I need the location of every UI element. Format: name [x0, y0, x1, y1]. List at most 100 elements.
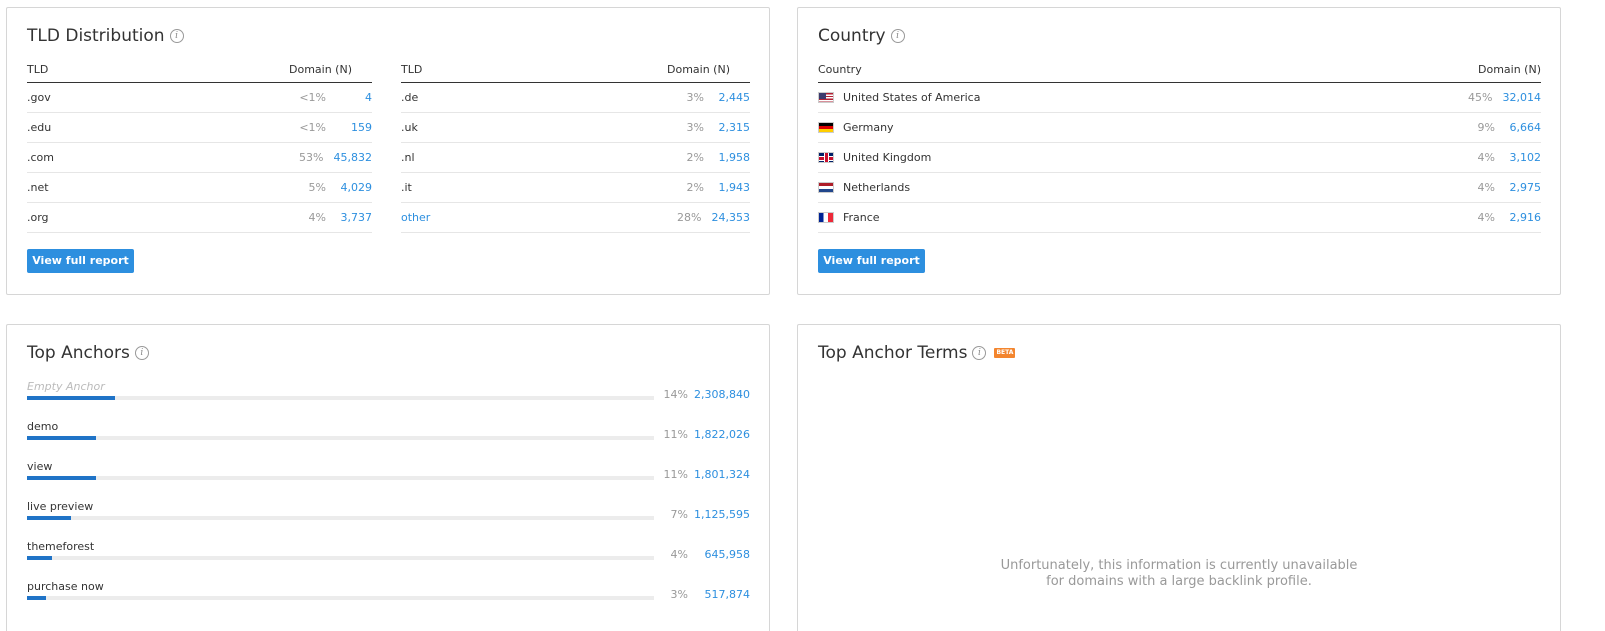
country-column-header: Country: [818, 63, 862, 76]
country-percent: 4%: [1477, 181, 1495, 194]
uk-flag-icon: [818, 152, 834, 163]
country-domain-count-link[interactable]: 2,975: [1505, 181, 1542, 194]
table-row: Germany 9% 6,664: [818, 113, 1541, 143]
country-percent: 45%: [1468, 91, 1493, 104]
anchor-bar-fill: [27, 396, 115, 400]
tld-domain-count-link[interactable]: 45,832: [334, 151, 373, 164]
tld-column-header: TLD: [27, 63, 49, 76]
anchor-count-link[interactable]: 1,125,595: [694, 508, 750, 521]
tld-domain-count-link[interactable]: 159: [336, 121, 372, 134]
tld-name: .nl: [401, 151, 415, 164]
de-flag-icon: [818, 122, 834, 133]
anchor-count-link[interactable]: 1,801,324: [694, 468, 750, 481]
tld-domain-count-link[interactable]: 4: [336, 91, 372, 104]
tld-percent: 5%: [308, 181, 326, 194]
tld-domain-count-link[interactable]: 4,029: [336, 181, 373, 194]
anchor-bar-track: [27, 396, 654, 400]
table-row: .de 3% 2,445: [401, 83, 750, 113]
info-icon[interactable]: i: [890, 29, 905, 43]
unavailable-message: Unfortunately, this information is curre…: [798, 558, 1560, 590]
tld-column-header: TLD: [401, 63, 423, 76]
country-domain-count-link[interactable]: 32,014: [1503, 91, 1542, 104]
country-name: United States of America: [843, 91, 981, 104]
anchor-percent: 3%: [670, 588, 688, 601]
tld-domain-count-link[interactable]: 2,445: [714, 91, 751, 104]
anchor-percent: 11%: [663, 428, 688, 441]
table-row: .net 5% 4,029: [27, 173, 372, 203]
anchor-item: demo 11% 1,822,026: [27, 420, 750, 460]
tld-name: .uk: [401, 121, 418, 134]
anchor-label: demo: [27, 420, 59, 433]
tld-percent: 3%: [686, 121, 704, 134]
tld-domain-count-link[interactable]: 2,315: [714, 121, 751, 134]
table-row: .uk 3% 2,315: [401, 113, 750, 143]
beta-badge: BETA: [994, 348, 1016, 358]
nl-flag-icon: [818, 182, 834, 193]
tld-table-right: TLD Domain (N) .de 3% 2,445 .uk 3% 2,315 .…: [401, 62, 750, 233]
country-domain-count-link[interactable]: 6,664: [1505, 121, 1542, 134]
tld-other-link[interactable]: other: [401, 211, 430, 224]
anchor-bar-fill: [27, 436, 96, 440]
tld-percent: 28%: [677, 211, 702, 224]
tld-domain-count-link[interactable]: 1,943: [714, 181, 751, 194]
country-domain-count-link[interactable]: 2,916: [1505, 211, 1542, 224]
anchor-count-link[interactable]: 645,958: [705, 548, 751, 561]
tld-name: .com: [27, 151, 54, 164]
fr-flag-icon: [818, 212, 834, 223]
domain-column-header: Domain (N): [1478, 63, 1541, 76]
anchor-label: Empty Anchor: [27, 380, 105, 393]
table-row: Netherlands 4% 2,975: [818, 173, 1541, 203]
domain-column-header: Domain (N): [667, 63, 730, 76]
anchor-label: view: [27, 460, 53, 473]
anchor-count-link[interactable]: 1,822,026: [694, 428, 750, 441]
anchor-bar-track: [27, 596, 654, 600]
anchor-percent: 4%: [670, 548, 688, 561]
table-row: .it 2% 1,943: [401, 173, 750, 203]
tld-domain-count-link[interactable]: 24,353: [712, 211, 751, 224]
country-percent: 4%: [1477, 211, 1495, 224]
top-anchor-terms-card: Top Anchor Terms i BETA Unfortunately, t…: [797, 324, 1561, 631]
country-name: France: [843, 211, 880, 224]
top-anchors-title: Top Anchors i: [27, 343, 149, 363]
top-anchor-terms-title-text: Top Anchor Terms: [818, 343, 968, 363]
anchor-bar-track: [27, 476, 654, 480]
country-title-text: Country: [818, 26, 886, 46]
tld-name: .gov: [27, 91, 51, 104]
country-name: United Kingdom: [843, 151, 932, 164]
info-icon[interactable]: i: [972, 346, 987, 360]
tld-title-text: TLD Distribution: [27, 26, 165, 46]
country-view-full-report-button[interactable]: View full report: [818, 249, 925, 273]
tld-percent: 3%: [686, 91, 704, 104]
table-row: .com 53% 45,832: [27, 143, 372, 173]
anchor-label: live preview: [27, 500, 94, 513]
tld-distribution-card: TLD Distribution i TLD Domain (N) .gov <…: [6, 7, 770, 295]
info-icon[interactable]: i: [169, 29, 184, 43]
info-icon[interactable]: i: [134, 346, 149, 360]
table-row: United Kingdom 4% 3,102: [818, 143, 1541, 173]
anchor-percent: 14%: [663, 388, 688, 401]
anchor-item: purchase now 3% 517,874: [27, 580, 750, 620]
tld-name: .net: [27, 181, 49, 194]
anchor-item: themeforest 4% 645,958: [27, 540, 750, 580]
tld-percent: 4%: [308, 211, 326, 224]
tld-domain-count-link[interactable]: 1,958: [714, 151, 751, 164]
anchor-count-link[interactable]: 517,874: [705, 588, 751, 601]
country-table: Country Domain (N) United States of Amer…: [818, 62, 1541, 233]
tld-table-header: TLD Domain (N): [401, 62, 750, 83]
anchor-count-link[interactable]: 2,308,840: [694, 388, 750, 401]
country-name: Netherlands: [843, 181, 911, 194]
country-domain-count-link[interactable]: 3,102: [1505, 151, 1542, 164]
tld-percent: <1%: [299, 121, 326, 134]
country-percent: 9%: [1477, 121, 1495, 134]
country-name: Germany: [843, 121, 894, 134]
domain-column-header: Domain (N): [289, 63, 352, 76]
country-table-header: Country Domain (N): [818, 62, 1541, 83]
tld-table-left: TLD Domain (N) .gov <1% 4 .edu <1% 159 .co…: [27, 62, 372, 233]
anchor-label: themeforest: [27, 540, 95, 553]
anchor-percent: 7%: [670, 508, 688, 521]
unavailable-message-line-1: Unfortunately, this information is curre…: [1000, 558, 1358, 573]
table-row: .edu <1% 159: [27, 113, 372, 143]
tld-view-full-report-button[interactable]: View full report: [27, 249, 134, 273]
anchor-percent: 11%: [663, 468, 688, 481]
tld-domain-count-link[interactable]: 3,737: [336, 211, 373, 224]
